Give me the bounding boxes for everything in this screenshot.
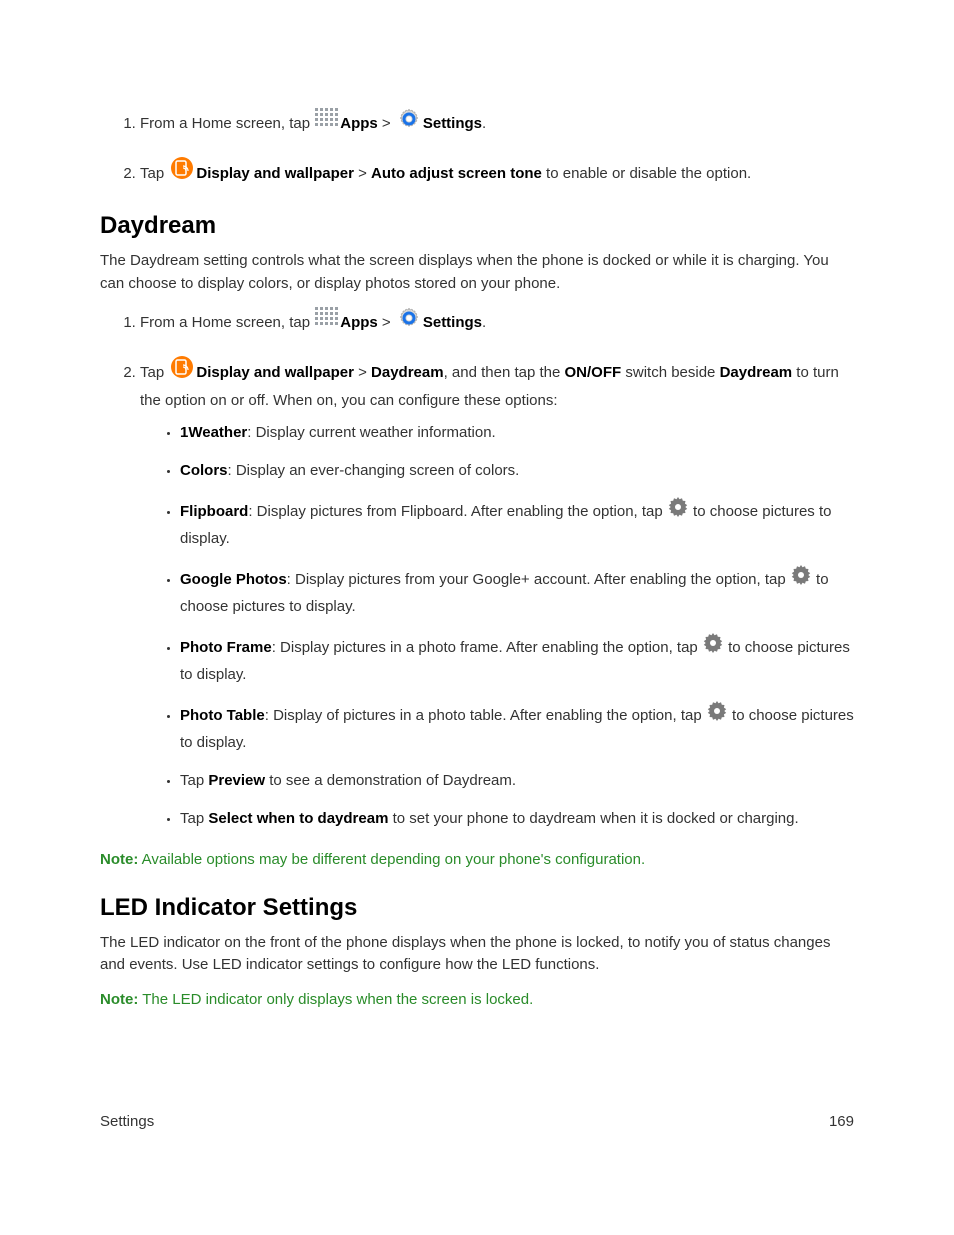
text: . <box>482 314 486 331</box>
list-item: Google Photos: Display pictures from you… <box>180 565 854 619</box>
display-wallpaper-icon <box>170 355 194 387</box>
step-item: Tap Display and wallpaper > Auto adjust … <box>140 158 854 190</box>
list-item: Photo Table: Display of pictures in a ph… <box>180 701 854 755</box>
step-item: Tap Display and wallpaper > Daydream, an… <box>140 357 854 831</box>
text: . <box>482 115 486 132</box>
list-item: Photo Frame: Display pictures in a photo… <box>180 633 854 687</box>
list-item: Colors: Display an ever-changing screen … <box>180 459 854 483</box>
note-text: Available options may be different depen… <box>138 851 645 868</box>
text: : Display an ever-changing screen of col… <box>228 462 520 479</box>
apps-grid-icon <box>315 307 339 334</box>
text: Tap <box>180 810 208 827</box>
text: Tap <box>140 165 168 182</box>
select-when-label: Select when to daydream <box>208 810 388 827</box>
text: : Display current weather information. <box>247 424 495 441</box>
text: to set your phone to daydream when it is… <box>388 810 798 827</box>
text: Tap <box>140 364 168 381</box>
daydream-options: 1Weather: Display current weather inform… <box>140 421 854 831</box>
settings-label: Settings <box>423 115 482 132</box>
led-note: Note: The LED indicator only displays wh… <box>100 989 854 1012</box>
text: : Display of pictures in a photo table. … <box>265 707 706 724</box>
step-item: From a Home screen, tap Apps > Settings. <box>140 307 854 339</box>
text: , and then tap the <box>444 364 565 381</box>
gear-icon <box>791 564 811 594</box>
settings-gear-icon <box>397 107 421 139</box>
option-1weather: 1Weather <box>180 424 247 441</box>
text: : Display pictures from your Google+ acc… <box>287 571 790 588</box>
apps-label: Apps <box>340 314 378 331</box>
apps-grid-icon <box>315 108 339 135</box>
daydream-steps: From a Home screen, tap Apps > Settings.… <box>100 307 854 831</box>
option-google-photos: Google Photos <box>180 571 287 588</box>
onoff-label: ON/OFF <box>565 364 622 381</box>
text: : Display pictures in a photo frame. Aft… <box>272 639 702 656</box>
separator: > <box>354 165 371 182</box>
list-item: 1Weather: Display current weather inform… <box>180 421 854 445</box>
apps-label: Apps <box>340 115 378 132</box>
text: to see a demonstration of Daydream. <box>265 772 516 789</box>
text: : Display pictures from Flipboard. After… <box>248 503 667 520</box>
text: Tap <box>180 772 208 789</box>
settings-label: Settings <box>423 314 482 331</box>
note-label: Note: <box>100 851 138 868</box>
auto-adjust-steps: From a Home screen, tap Apps > Settings.… <box>100 108 854 190</box>
settings-gear-icon <box>397 306 421 338</box>
option-flipboard: Flipboard <box>180 503 248 520</box>
option-photo-table: Photo Table <box>180 707 265 724</box>
text: From a Home screen, tap <box>140 115 314 132</box>
text: From a Home screen, tap <box>140 314 314 331</box>
daydream-note: Note: Available options may be different… <box>100 849 854 872</box>
display-wallpaper-label: Display and wallpaper <box>196 165 354 182</box>
auto-adjust-label: Auto adjust screen tone <box>371 165 542 182</box>
document-page: From a Home screen, tap Apps > Settings.… <box>0 0 954 1190</box>
step-item: From a Home screen, tap Apps > Settings. <box>140 108 854 140</box>
daydream-intro: The Daydream setting controls what the s… <box>100 250 854 295</box>
separator: > <box>378 115 395 132</box>
separator: > <box>378 314 395 331</box>
daydream-label: Daydream <box>371 364 444 381</box>
list-item: Flipboard: Display pictures from Flipboa… <box>180 497 854 551</box>
gear-icon <box>707 700 727 730</box>
page-footer: Settings 169 <box>100 1113 854 1130</box>
note-label: Note: <box>100 991 138 1008</box>
separator: > <box>354 364 371 381</box>
gear-icon <box>668 496 688 526</box>
led-intro: The LED indicator on the front of the ph… <box>100 932 854 977</box>
text: switch beside <box>621 364 719 381</box>
heading-led: LED Indicator Settings <box>100 894 854 922</box>
note-text: The LED indicator only displays when the… <box>138 991 533 1008</box>
heading-daydream: Daydream <box>100 212 854 240</box>
footer-section: Settings <box>100 1113 154 1130</box>
display-wallpaper-label: Display and wallpaper <box>196 364 354 381</box>
daydream-label: Daydream <box>720 364 793 381</box>
text: to enable or disable the option. <box>542 165 751 182</box>
footer-page-number: 169 <box>829 1113 854 1130</box>
gear-icon <box>703 632 723 662</box>
list-item: Tap Preview to see a demonstration of Da… <box>180 769 854 793</box>
list-item: Tap Select when to daydream to set your … <box>180 807 854 831</box>
option-photo-frame: Photo Frame <box>180 639 272 656</box>
option-colors: Colors <box>180 462 228 479</box>
display-wallpaper-icon <box>170 156 194 188</box>
preview-label: Preview <box>208 772 265 789</box>
